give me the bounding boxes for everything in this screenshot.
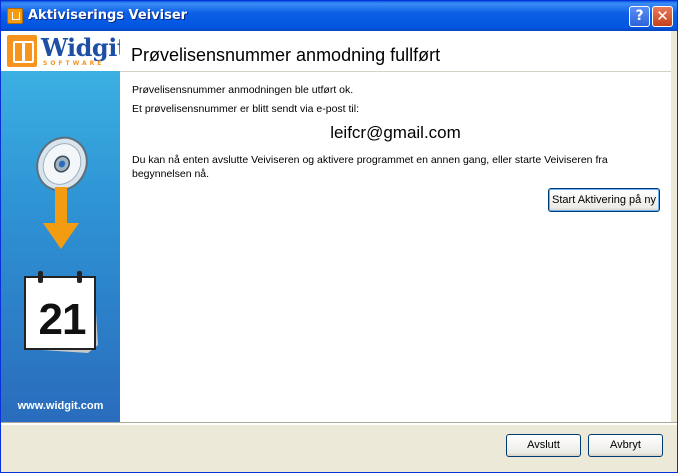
wizard-banner: Widgit SOFTWARE 21 www.widgit.com bbox=[1, 31, 120, 422]
heading-divider bbox=[120, 71, 671, 72]
window-title: Aktiviserings Veiviser bbox=[28, 8, 188, 23]
app-icon bbox=[7, 8, 23, 24]
restart-activation-button[interactable]: Start Aktivering på ny bbox=[548, 188, 660, 212]
help-icon[interactable]: ? bbox=[629, 6, 650, 27]
wizard-content: Prøvelisensnummer anmodning fullført Prø… bbox=[120, 31, 671, 422]
title-bar[interactable]: Aktiviserings Veiviser ? ✕ bbox=[1, 1, 677, 31]
page-title: Prøvelisensnummer anmodning fullført bbox=[131, 45, 441, 65]
instructions-text-line1: Du kan nå enten avslutte Veiviseren og a… bbox=[132, 154, 608, 166]
finish-button[interactable]: Avslutt bbox=[506, 434, 581, 457]
calendar-day: 21 bbox=[38, 295, 87, 344]
close-icon[interactable]: ✕ bbox=[652, 6, 673, 27]
widgit-logo: Widgit SOFTWARE bbox=[1, 31, 120, 71]
cd-icon bbox=[36, 136, 88, 192]
instructions-text-line2: begynnelsen nå. bbox=[132, 168, 210, 180]
email-address: leifcr@gmail.com bbox=[330, 123, 461, 142]
activation-wizard-window: Aktiviserings Veiviser ? ✕ Widgit SOFTWA… bbox=[0, 0, 678, 473]
cancel-button[interactable]: Avbryt bbox=[588, 434, 663, 457]
logo-subtext: SOFTWARE bbox=[43, 60, 105, 67]
sent-to-text: Et prøvelisensnummer er blitt sendt via … bbox=[132, 103, 360, 115]
website-link[interactable]: www.widgit.com bbox=[1, 400, 120, 412]
logo-text: Widgit bbox=[41, 33, 120, 62]
calendar-icon: 21 bbox=[24, 271, 100, 353]
down-arrow-icon bbox=[43, 187, 79, 249]
status-text: Prøvelisensnummer anmodningen ble utført… bbox=[132, 84, 354, 96]
widgit-logo-icon bbox=[7, 35, 37, 67]
footer-divider bbox=[1, 422, 677, 425]
